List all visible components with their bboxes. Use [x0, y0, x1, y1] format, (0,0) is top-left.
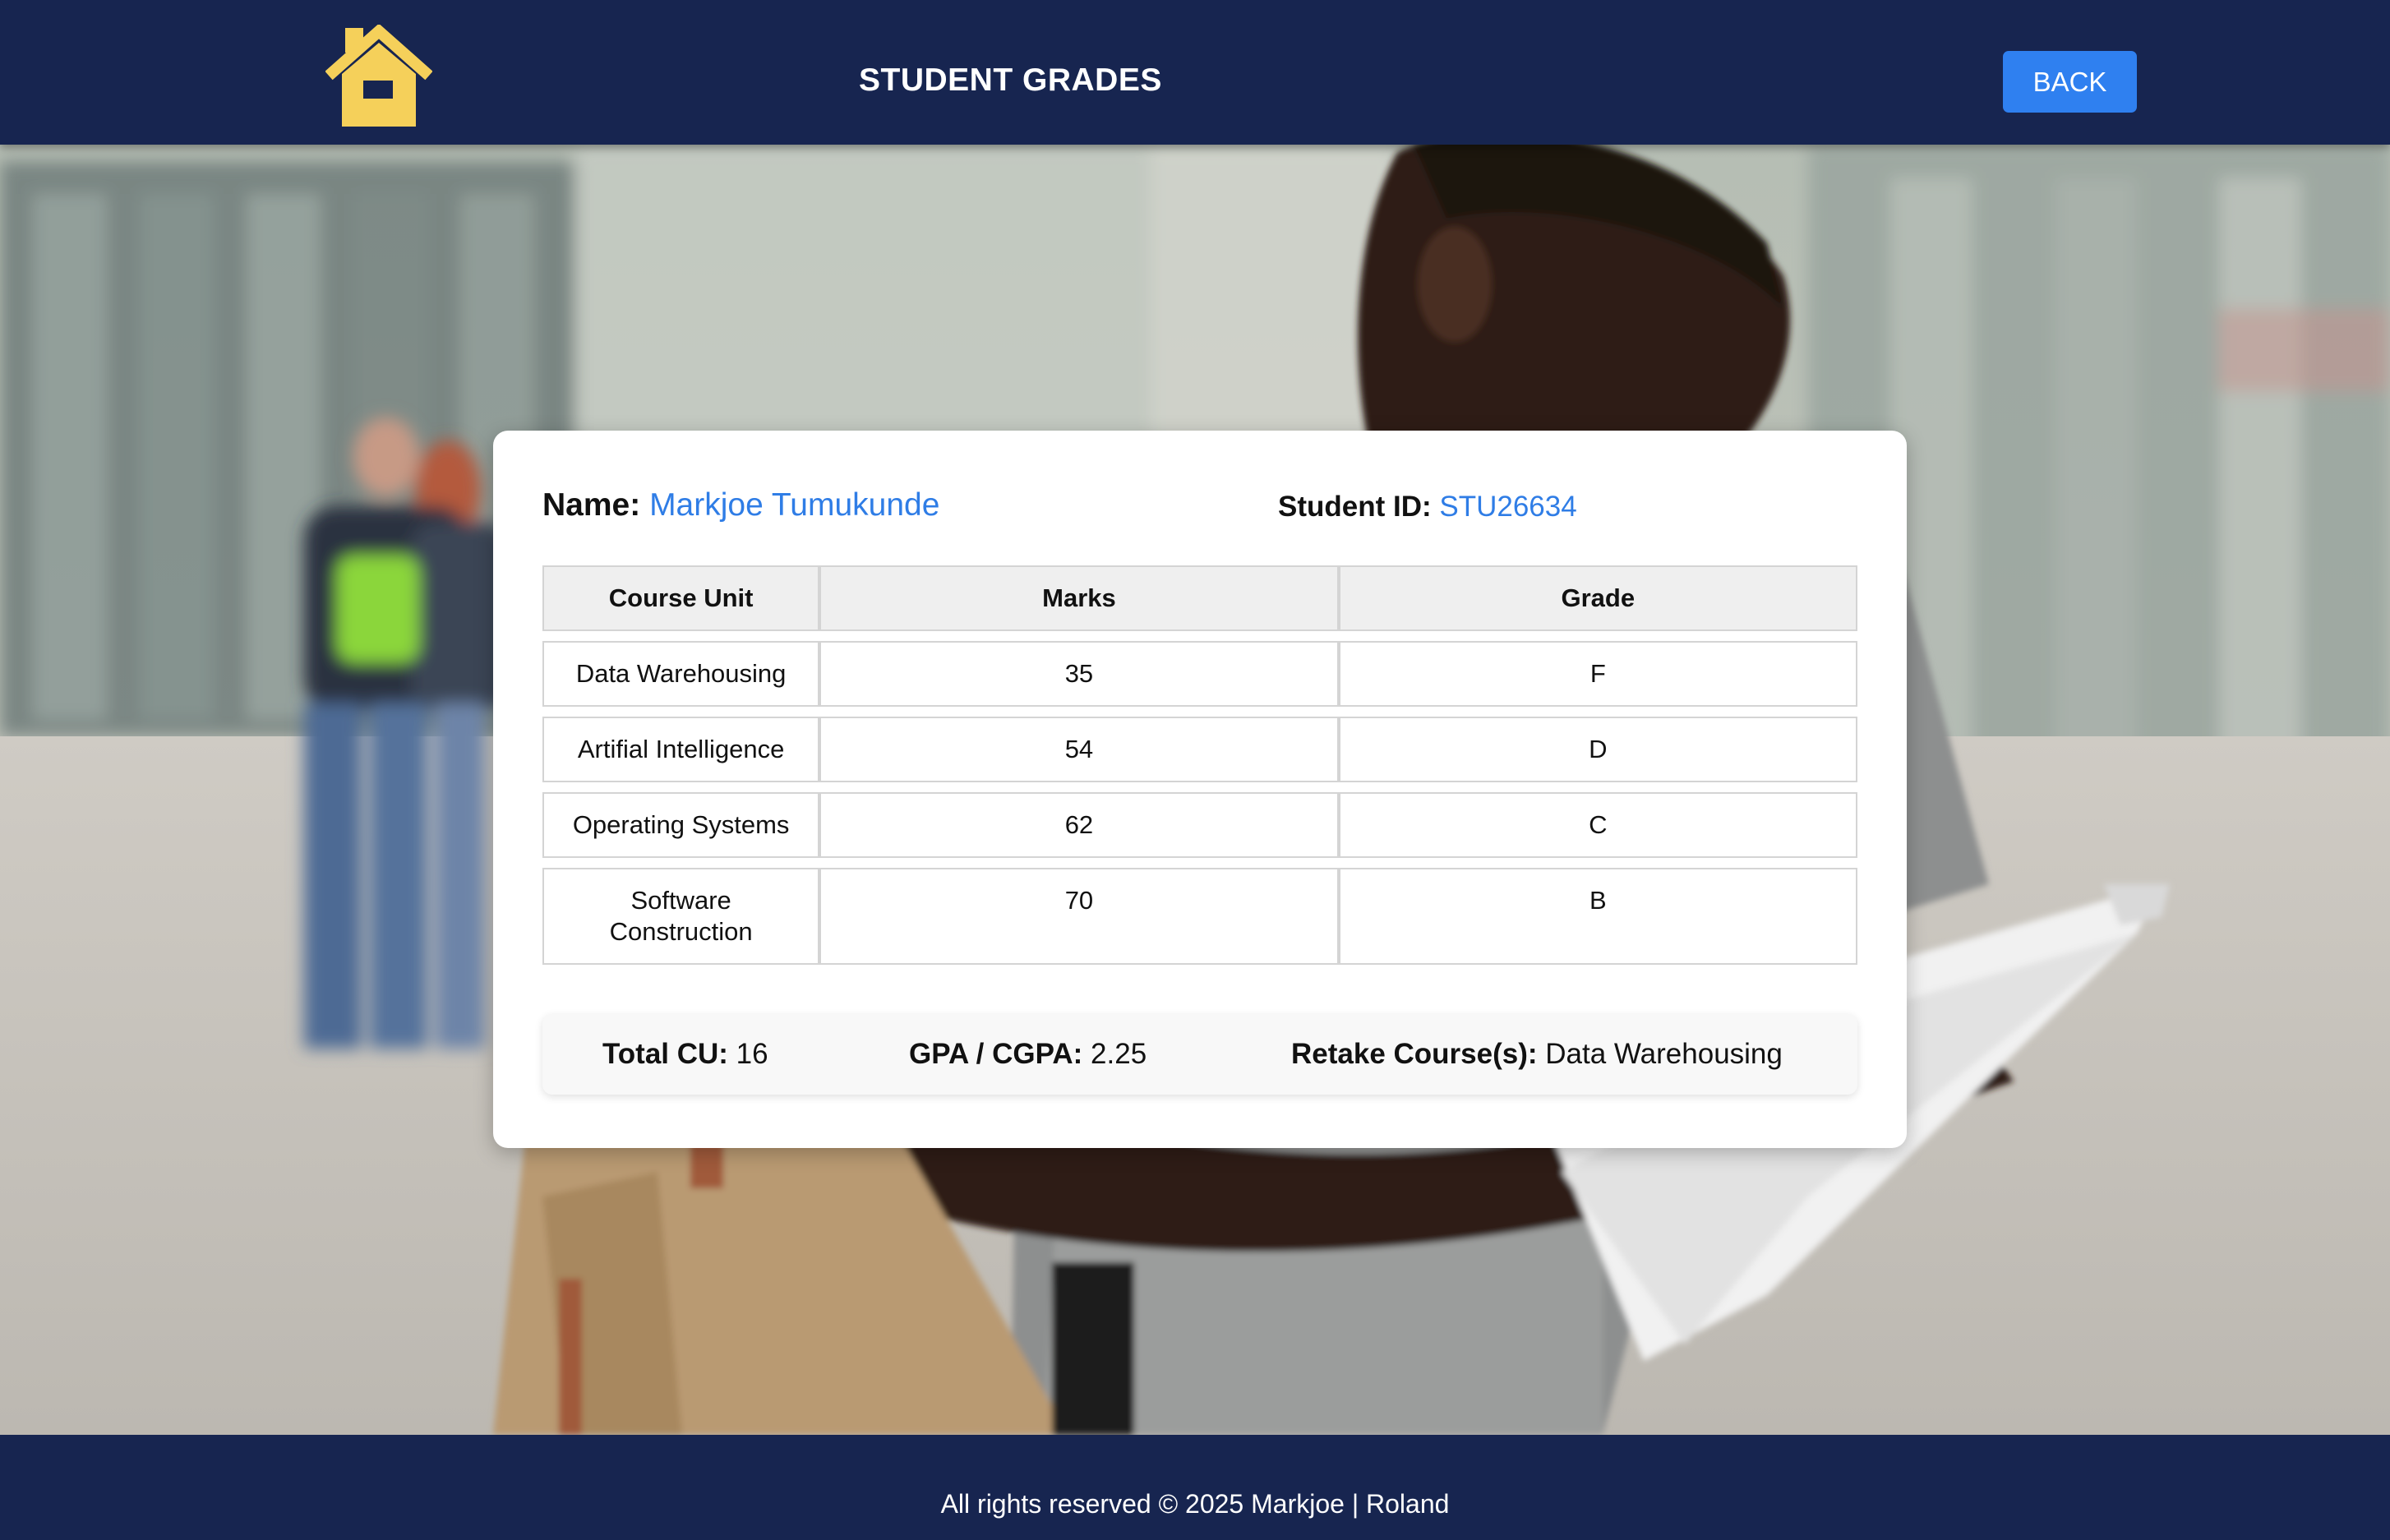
home-icon-graphic — [325, 23, 433, 127]
cell-grade: C — [1338, 792, 1857, 858]
footer-copyright: All rights reserved © 2025 Markjoe | Rol… — [940, 1489, 1450, 1519]
course-name: Software Construction — [609, 886, 753, 946]
cell-course: Software Construction — [542, 868, 820, 965]
retake-label: Retake Course(s): — [1291, 1038, 1538, 1070]
column-header-course-unit: Course Unit — [542, 565, 820, 631]
cell-course: Data Warehousing — [542, 641, 820, 707]
cell-marks: 70 — [819, 868, 1339, 965]
table-row: Artifial Intelligence 54 D — [542, 717, 1857, 782]
student-grades-page: STUDENT GRADES BACK Name: Markjoe Tumuku… — [0, 0, 2390, 1540]
course-name: Operating Systems — [572, 810, 790, 839]
top-navbar: STUDENT GRADES BACK — [0, 0, 2390, 145]
total-cu-value: 16 — [736, 1038, 768, 1070]
grades-card: Name: Markjoe Tumukunde Student ID: STU2… — [493, 431, 1907, 1148]
cell-course: Operating Systems — [542, 792, 820, 858]
table-row: Operating Systems 62 C — [542, 792, 1857, 858]
table-row: Software Construction 70 B — [542, 868, 1857, 965]
grades-table: Course Unit Marks Grade Data Warehousing… — [542, 556, 1857, 975]
student-id: STU26634 — [1439, 491, 1577, 523]
cell-grade: B — [1338, 868, 1857, 965]
total-cu: Total CU: 16 — [602, 1014, 768, 1095]
student-name-label: Name: — [542, 487, 641, 523]
gpa-value: 2.25 — [1091, 1038, 1147, 1070]
cell-course: Artifial Intelligence — [542, 717, 820, 782]
back-button[interactable]: BACK — [2003, 51, 2137, 113]
cell-grade: F — [1338, 641, 1857, 707]
table-row: Data Warehousing 35 F — [542, 641, 1857, 707]
gpa-label: GPA / CGPA: — [909, 1038, 1083, 1070]
home-icon[interactable] — [325, 23, 433, 131]
cell-grade: D — [1338, 717, 1857, 782]
footer: All rights reserved © 2025 Markjoe | Rol… — [0, 1435, 2390, 1540]
cell-marks: 62 — [819, 792, 1339, 858]
column-header-marks: Marks — [819, 565, 1339, 631]
course-name: Artifial Intelligence — [577, 735, 785, 763]
retake-value: Data Warehousing — [1545, 1038, 1783, 1070]
total-cu-label: Total CU: — [602, 1038, 728, 1070]
student-name-row: Name: Markjoe Tumukunde — [542, 485, 939, 526]
column-header-grade: Grade — [1338, 565, 1857, 631]
student-id-row: Student ID: STU26634 — [1278, 488, 1577, 526]
student-id-label: Student ID: — [1278, 491, 1432, 523]
summary-bar: Total CU: 16 GPA / CGPA: 2.25 Retake Cou… — [542, 1014, 1857, 1095]
cell-marks: 54 — [819, 717, 1339, 782]
table-header-row: Course Unit Marks Grade — [542, 565, 1857, 631]
gpa: GPA / CGPA: 2.25 — [909, 1014, 1147, 1095]
student-name: Markjoe Tumukunde — [649, 487, 940, 523]
retake-courses: Retake Course(s): Data Warehousing — [1291, 1014, 1783, 1095]
course-name: Data Warehousing — [575, 659, 787, 688]
cell-marks: 35 — [819, 641, 1339, 707]
page-title: STUDENT GRADES — [859, 62, 1162, 98]
